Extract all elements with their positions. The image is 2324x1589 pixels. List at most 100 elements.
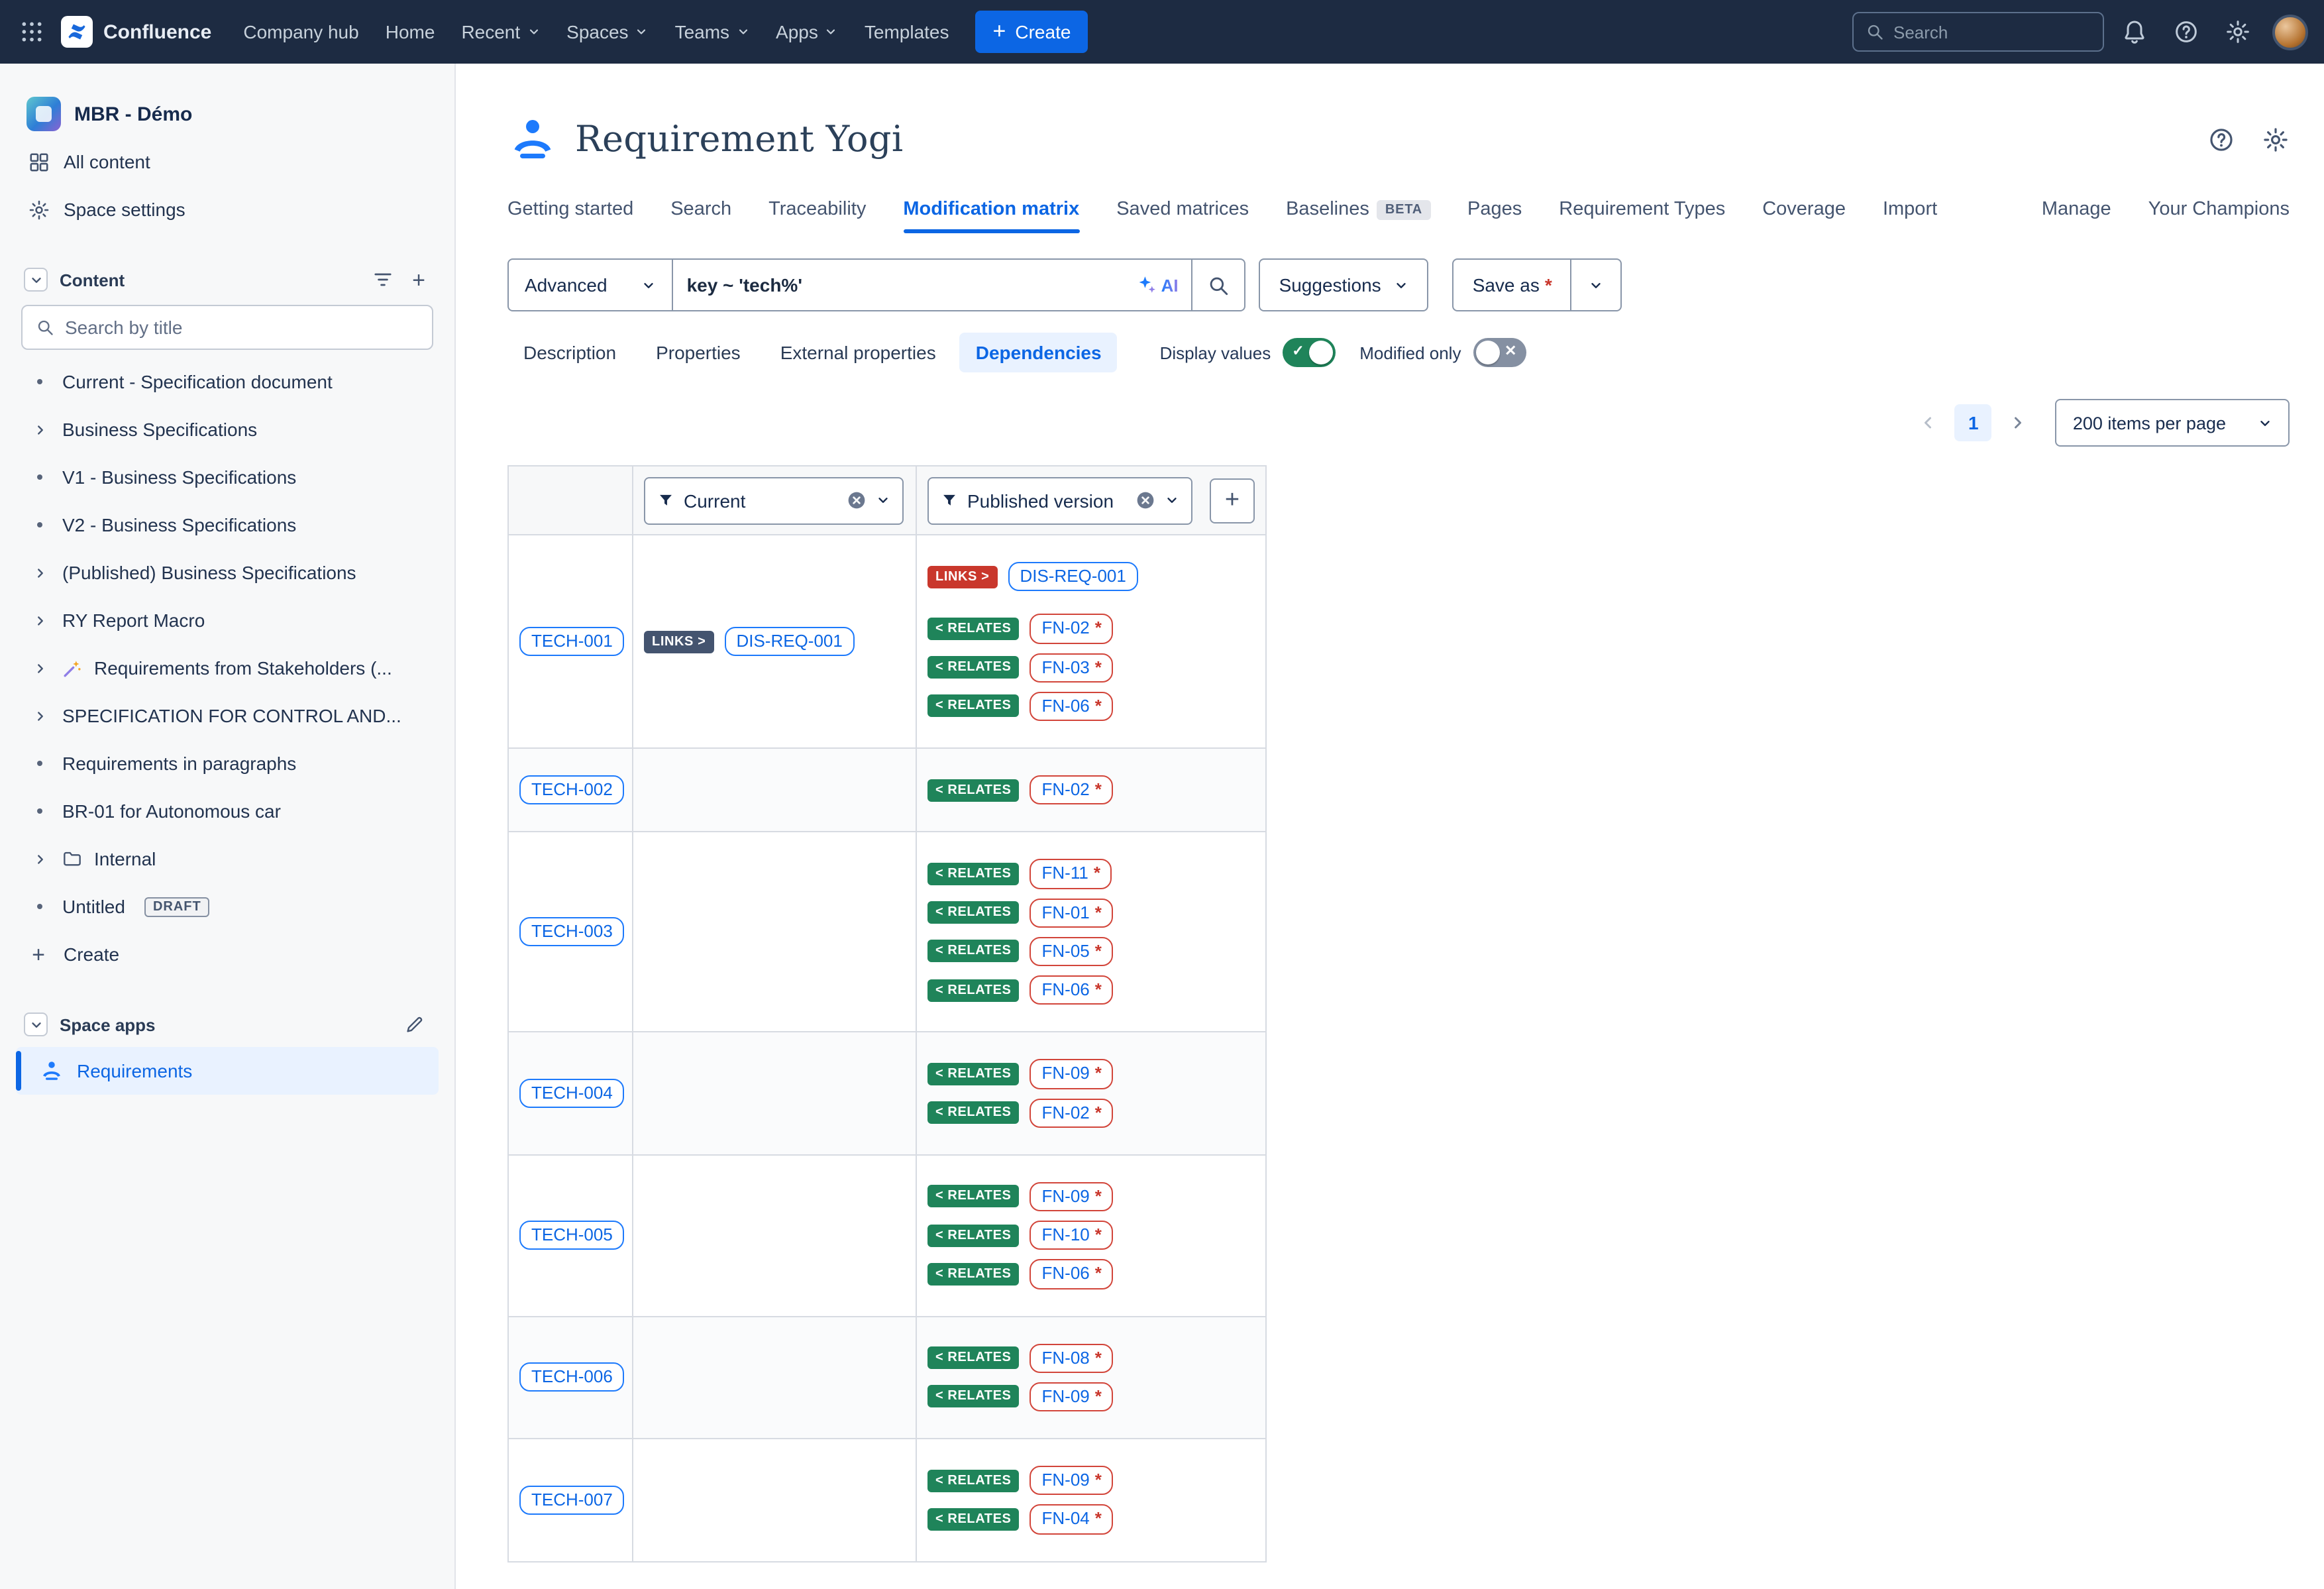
tab-manage[interactable]: Manage <box>2042 199 2111 227</box>
tab-your-champions[interactable]: Your Champions <box>2148 199 2290 227</box>
tree-item-br-01-for-autonomous-car[interactable]: BR-01 for Autonomous car <box>16 787 439 835</box>
tree-item-current-specification-document[interactable]: Current - Specification document <box>16 358 439 406</box>
tree-item-requirements-in-paragraphs[interactable]: Requirements in paragraphs <box>16 740 439 787</box>
clear-published-filter-button[interactable] <box>1136 490 1155 510</box>
tree-item-v1-business-specifications[interactable]: V1 - Business Specifications <box>16 453 439 501</box>
tab-baselines[interactable]: BaselinesBETA <box>1286 199 1430 227</box>
requirement-link-modified[interactable]: FN-02* <box>1030 1098 1114 1128</box>
query-box[interactable]: AI <box>674 258 1193 311</box>
add-content-button[interactable]: + <box>412 268 425 291</box>
chevron-right-icon[interactable] <box>29 422 50 437</box>
notifications-button[interactable] <box>2113 11 2156 53</box>
requirement-link[interactable]: TECH-003 <box>519 917 625 947</box>
requirement-link[interactable]: TECH-006 <box>519 1362 625 1392</box>
tree-item-untitled[interactable]: UntitledDRAFT <box>16 883 439 930</box>
app-switcher-button[interactable] <box>11 11 53 53</box>
filter-content-button[interactable] <box>372 269 394 290</box>
requirement-link-modified[interactable]: FN-02* <box>1030 775 1114 805</box>
modified-only-toggle[interactable]: ✕ <box>1473 338 1526 367</box>
requirement-link-modified[interactable]: FN-02* <box>1030 614 1114 644</box>
topbar-nav-apps[interactable]: Apps <box>763 12 851 52</box>
chevron-right-icon[interactable] <box>29 851 50 866</box>
tree-item-business-specifications[interactable]: Business Specifications <box>16 406 439 453</box>
save-as-button[interactable]: Save as * <box>1453 258 1572 311</box>
settings-button[interactable] <box>2217 11 2259 53</box>
tree-item-ry-report-macro[interactable]: RY Report Macro <box>16 596 439 644</box>
requirement-link-modified[interactable]: FN-06* <box>1030 1260 1114 1289</box>
sidebar-item-all-content[interactable]: All content <box>16 138 439 186</box>
requirement-link-modified[interactable]: FN-08* <box>1030 1343 1114 1373</box>
requirement-link-modified[interactable]: FN-09* <box>1030 1382 1114 1412</box>
topbar-nav-templates[interactable]: Templates <box>851 12 963 52</box>
edit-space-apps-button[interactable] <box>404 1014 425 1035</box>
ai-button[interactable]: AI <box>1136 274 1179 296</box>
tree-item-requirements-from-stakeholders[interactable]: Requirements from Stakeholders (... <box>16 644 439 692</box>
global-search-input[interactable] <box>1893 22 2091 42</box>
published-column-select[interactable]: Published version <box>927 476 1192 524</box>
search-mode-select[interactable]: Advanced <box>507 258 674 311</box>
global-search[interactable] <box>1852 12 2104 52</box>
requirement-link[interactable]: TECH-005 <box>519 1221 625 1250</box>
requirement-link-modified[interactable]: FN-05* <box>1030 937 1114 967</box>
requirement-link-modified[interactable]: FN-06* <box>1030 975 1114 1005</box>
clear-current-filter-button[interactable] <box>847 490 867 510</box>
requirement-link-modified[interactable]: FN-01* <box>1030 898 1114 928</box>
tab-saved-matrices[interactable]: Saved matrices <box>1116 199 1249 227</box>
tab-modification-matrix[interactable]: Modification matrix <box>903 199 1079 227</box>
add-column-button[interactable]: + <box>1210 478 1255 523</box>
requirement-link-modified[interactable]: FN-03* <box>1030 653 1114 683</box>
requirement-link[interactable]: DIS-REQ-001 <box>1008 562 1137 592</box>
tree-item-published-business-specifications[interactable]: (Published) Business Specifications <box>16 549 439 596</box>
display-values-toggle[interactable]: ✓ <box>1283 338 1336 367</box>
next-page-button[interactable] <box>2003 407 2034 439</box>
chevron-right-icon[interactable] <box>29 565 50 580</box>
topbar-nav-company-hub[interactable]: Company hub <box>230 12 372 52</box>
query-input[interactable] <box>687 274 1126 296</box>
requirement-link[interactable]: TECH-002 <box>519 775 625 805</box>
ry-help-button[interactable] <box>2207 125 2235 153</box>
current-page[interactable]: 1 <box>1955 404 1992 441</box>
tab-getting-started[interactable]: Getting started <box>507 199 633 227</box>
requirement-link[interactable]: TECH-004 <box>519 1079 625 1109</box>
requirement-link[interactable]: TECH-007 <box>519 1485 625 1515</box>
requirement-link-modified[interactable]: FN-06* <box>1030 692 1114 722</box>
requirement-link-modified[interactable]: FN-11* <box>1030 859 1112 889</box>
requirement-link-modified[interactable]: FN-09* <box>1030 1466 1114 1496</box>
topbar-nav-spaces[interactable]: Spaces <box>553 12 661 52</box>
collapse-content-button[interactable] <box>24 268 48 292</box>
chip-external-properties[interactable]: External properties <box>765 333 952 372</box>
tab-requirement-types[interactable]: Requirement Types <box>1559 199 1725 227</box>
chip-dependencies[interactable]: Dependencies <box>960 333 1118 372</box>
chip-properties[interactable]: Properties <box>640 333 757 372</box>
suggestions-button[interactable]: Suggestions <box>1259 258 1429 311</box>
requirement-link-modified[interactable]: FN-09* <box>1030 1182 1114 1212</box>
tab-coverage[interactable]: Coverage <box>1762 199 1846 227</box>
requirement-link[interactable]: DIS-REQ-001 <box>724 627 854 657</box>
topbar-nav-teams[interactable]: Teams <box>662 12 763 52</box>
sidebar-search[interactable] <box>21 305 433 350</box>
chevron-right-icon[interactable] <box>29 661 50 675</box>
requirement-link-modified[interactable]: FN-04* <box>1030 1505 1114 1535</box>
sidebar-item-space-settings[interactable]: Space settings <box>16 186 439 233</box>
current-column-select[interactable]: Current <box>644 476 904 524</box>
requirement-link-modified[interactable]: FN-10* <box>1030 1221 1114 1250</box>
tab-search[interactable]: Search <box>670 199 731 227</box>
requirement-link[interactable]: TECH-001 <box>519 627 625 657</box>
tree-item-internal[interactable]: Internal <box>16 835 439 883</box>
chevron-right-icon[interactable] <box>29 708 50 723</box>
run-search-button[interactable] <box>1193 258 1246 311</box>
sidebar-item-requirements[interactable]: Requirements <box>16 1047 439 1095</box>
create-button[interactable]: + Create <box>976 11 1088 53</box>
prev-page-button[interactable] <box>1913 407 1944 439</box>
tree-item-specification-for-control-and[interactable]: SPECIFICATION FOR CONTROL AND... <box>16 692 439 740</box>
confluence-brand[interactable]: Confluence <box>56 16 227 48</box>
tree-item-v2-business-specifications[interactable]: V2 - Business Specifications <box>16 501 439 549</box>
chevron-right-icon[interactable] <box>29 613 50 628</box>
requirement-link-modified[interactable]: FN-09* <box>1030 1060 1114 1089</box>
ry-settings-button[interactable] <box>2262 125 2290 153</box>
page-size-select[interactable]: 200 items per page <box>2056 399 2290 447</box>
topbar-nav-home[interactable]: Home <box>372 12 449 52</box>
sidebar-search-input[interactable] <box>65 317 419 338</box>
chip-description[interactable]: Description <box>507 333 632 372</box>
save-as-dropdown-button[interactable] <box>1572 258 1622 311</box>
